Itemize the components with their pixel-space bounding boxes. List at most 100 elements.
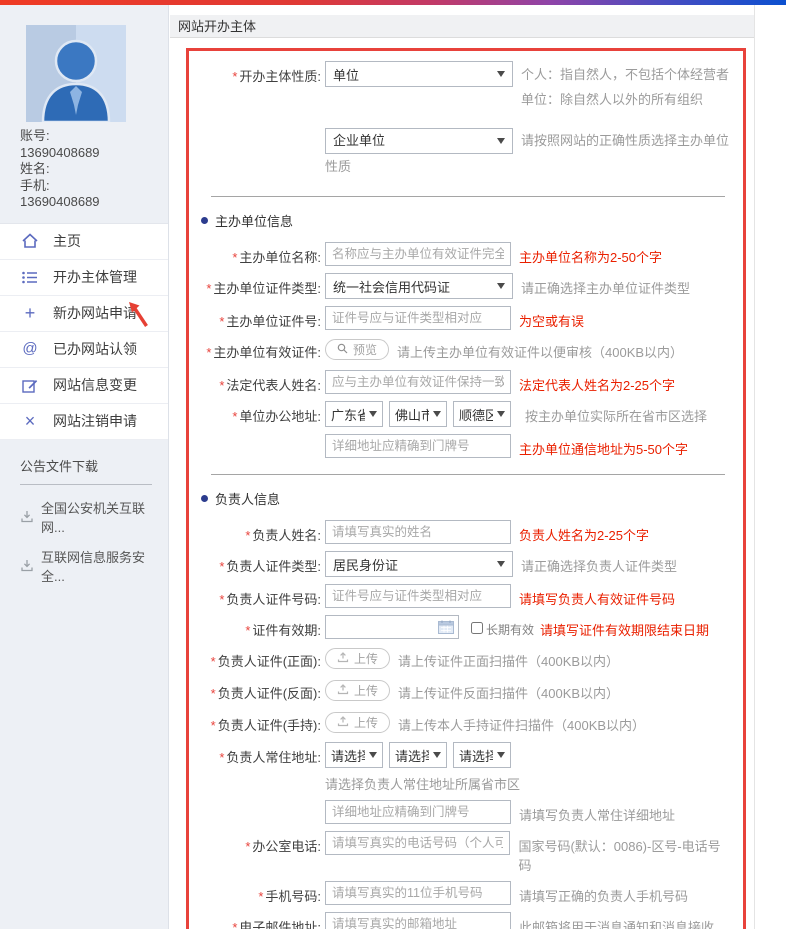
cert-validity-error: 请填写证件有效期限结束日期 [540, 615, 709, 639]
downloads-title: 公告文件下载 [20, 456, 152, 485]
download-icon [20, 559, 34, 572]
org-address-detail-error: 主办单位通信地址为5-50个字 [519, 434, 688, 458]
hint-text: 请上传本人手持证件扫描件（400KB以内） [398, 710, 645, 734]
chevron-down-icon [497, 138, 505, 144]
sidebar-menu: 主页 开办主体管理 + 新办网站申请 @ 已办网站认领 网站信息变更 [0, 223, 168, 440]
mobile-input[interactable] [325, 881, 511, 905]
cert-validity-label: 证件有效期: [189, 615, 321, 639]
avatar [26, 25, 126, 122]
edit-icon [20, 378, 40, 393]
preview-button-label: 预览 [353, 341, 377, 358]
section-divider [211, 474, 725, 475]
account-value: 13690408689 [20, 145, 168, 162]
org-cert-no-error: 为空或有误 [519, 306, 584, 330]
hint-text: 按主办单位实际所在省市区选择 [525, 401, 707, 425]
select-value: 居民身份证 [333, 555, 398, 574]
org-cert-file-label: 主办单位有效证件: [189, 337, 321, 361]
org-name-input[interactable] [325, 242, 511, 266]
email-label: 电子邮件地址: [189, 912, 321, 929]
cert-front-label: 负责人证件(正面): [189, 646, 321, 670]
owner-cert-no-error: 请填写负责人有效证件号码 [519, 584, 675, 608]
hint-text: 请选择负责人常住地址所属省市区 [325, 774, 520, 793]
owner-cert-no-input[interactable] [325, 584, 511, 608]
hint-text: 请正确选择主办单位证件类型 [521, 273, 690, 297]
close-icon: × [20, 412, 40, 430]
section-divider [211, 196, 725, 197]
legal-name-input[interactable] [325, 370, 511, 394]
upload-hand-button[interactable]: 上传 [325, 712, 390, 733]
nature-select[interactable]: 单位 [325, 61, 513, 87]
subject-form: 开办主体性质: 单位 个人：指自然人，不包括个体经营者 单位：除自然人以外的所有… [186, 48, 746, 929]
select-value: 顺德区 [459, 405, 493, 424]
legal-name-error: 法定代表人姓名为2-25个字 [519, 370, 675, 394]
org-cert-no-input[interactable] [325, 306, 511, 330]
hint-text: 请填写负责人常住详细地址 [519, 800, 675, 824]
org-cert-type-select[interactable]: 统一社会信用代码证 [325, 273, 513, 299]
hint-text: 请上传证件正面扫描件（400KB以内） [398, 646, 619, 670]
owner-name-error: 负责人姓名为2-25个字 [519, 520, 649, 544]
sidebar-item-label: 主页 [53, 231, 81, 251]
download-link-label: 全国公安机关互联网... [41, 498, 168, 536]
org-district-select[interactable]: 顺德区 [453, 401, 511, 427]
owner-cert-type-select[interactable]: 居民身份证 [325, 551, 513, 577]
owner-city-select[interactable]: 请选择 [389, 742, 447, 768]
sidebar-item-label: 网站信息变更 [53, 375, 137, 395]
upload-icon [337, 684, 349, 698]
select-value: 佛山市 [395, 405, 429, 424]
office-phone-input[interactable] [325, 831, 510, 855]
cursor-arrow [125, 299, 151, 329]
upload-icon [337, 652, 349, 666]
owner-name-input[interactable] [325, 520, 511, 544]
owner-district-select[interactable]: 请选择 [453, 742, 511, 768]
select-value: 企业单位 [333, 129, 385, 153]
name-label: 姓名: [20, 161, 168, 178]
legal-name-label: 法定代表人姓名: [189, 370, 321, 394]
org-city-select[interactable]: 佛山市 [389, 401, 447, 427]
org-address-detail-input[interactable] [325, 434, 511, 458]
select-value: 请选择 [331, 746, 365, 765]
select-value: 请选择 [459, 746, 493, 765]
phone-value: 13690408689 [20, 194, 168, 211]
org-address-label: 单位办公地址: [189, 401, 321, 425]
sidebar-item-label: 已办网站认领 [53, 339, 137, 359]
upload-back-button[interactable]: 上传 [325, 680, 390, 701]
owner-province-select[interactable]: 请选择 [325, 742, 383, 768]
upload-icon [337, 716, 349, 730]
org-section-title: 主办单位信息 [201, 211, 743, 230]
owner-address-detail-input[interactable] [325, 800, 511, 824]
office-phone-label: 办公室电话: [189, 831, 321, 855]
sidebar-item-label: 网站注销申请 [53, 411, 137, 431]
upload-button-label: 上传 [354, 682, 378, 699]
org-name-label: 主办单位名称: [189, 242, 321, 266]
org-province-select[interactable]: 广东省 [325, 401, 383, 427]
hint-text: 国家号码(默认：0086)-区号-电话号码 [518, 831, 733, 874]
sidebar-item-site-info-change[interactable]: 网站信息变更 [0, 368, 168, 404]
select-value: 单位 [333, 65, 359, 84]
upload-button-label: 上传 [354, 714, 378, 731]
sidebar-item-claim-site[interactable]: @ 已办网站认领 [0, 332, 168, 368]
owner-name-label: 负责人姓名: [189, 520, 321, 544]
org-cert-no-label: 主办单位证件号: [189, 306, 321, 330]
nature-sub-select[interactable]: 企业单位 [325, 128, 513, 154]
hint-text: 此邮箱将用于消息通知和消息接收 [519, 912, 714, 929]
sidebar-item-subject-mgmt[interactable]: 开办主体管理 [0, 260, 168, 296]
upload-front-button[interactable]: 上传 [325, 648, 390, 669]
website-registration-page: 账号: 13690408689 姓名: 手机: 13690408689 主页 开… [0, 0, 786, 929]
sidebar: 账号: 13690408689 姓名: 手机: 13690408689 主页 开… [0, 5, 169, 929]
preview-button[interactable]: 预览 [325, 339, 389, 360]
download-link-police[interactable]: 全国公安机关互联网... [20, 498, 168, 536]
sidebar-item-site-cancel[interactable]: × 网站注销申请 [0, 404, 168, 440]
download-icon [20, 510, 34, 523]
calendar-icon[interactable] [438, 620, 454, 637]
main-content: 网站开办主体 开办主体性质: 单位 个人：指自然人，不包括个体经营者 单位：除自… [170, 5, 755, 929]
sidebar-item-home[interactable]: 主页 [0, 224, 168, 260]
long-term-checkbox[interactable] [471, 622, 483, 634]
chevron-down-icon [497, 71, 505, 77]
select-value: 广东省 [331, 405, 365, 424]
sidebar-item-label: 开办主体管理 [53, 267, 137, 287]
chevron-down-icon [369, 752, 377, 758]
hint-text: 请上传证件反面扫描件（400KB以内） [398, 678, 619, 702]
chevron-down-icon [497, 283, 505, 289]
email-input[interactable] [325, 912, 511, 929]
download-link-security[interactable]: 互联网信息服务安全... [20, 547, 168, 585]
